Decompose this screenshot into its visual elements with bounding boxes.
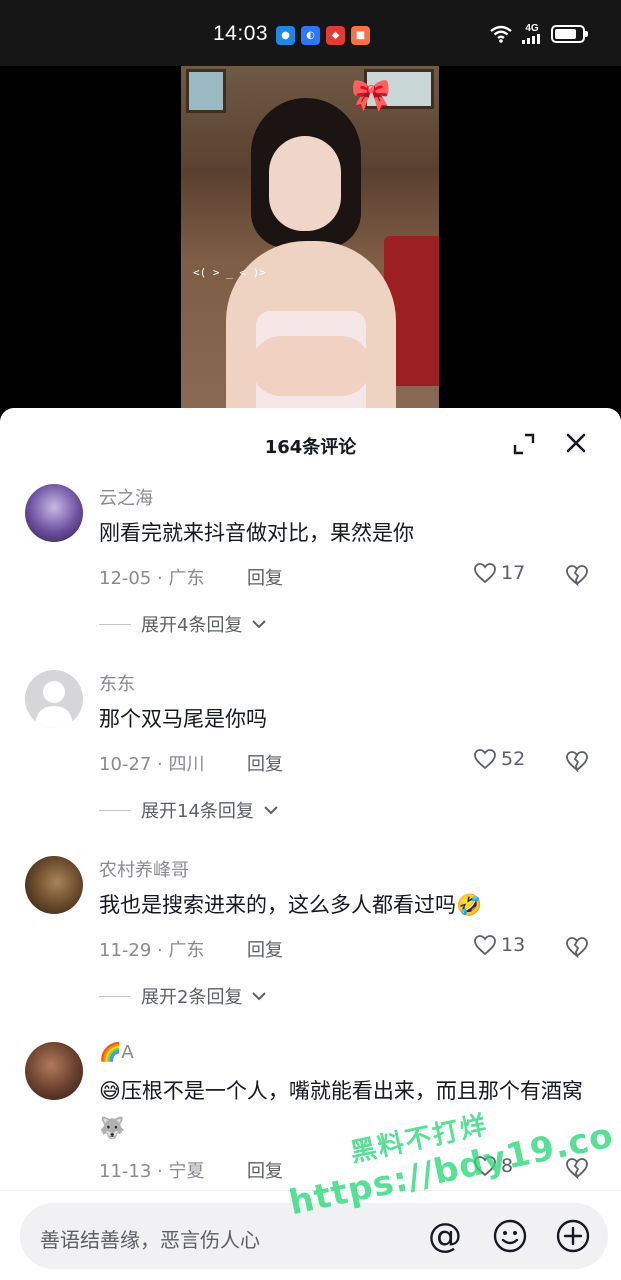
person-hands xyxy=(251,336,371,396)
cellular-indicator: 4G xyxy=(521,24,543,44)
comment-date-location: 12-05 · 广东 xyxy=(99,568,205,589)
divider-line xyxy=(99,623,131,625)
comment-item: 农村养峰哥 我也是搜索进来的，这么多人都看过吗🤣 11-29 · 广东 回复 1… xyxy=(0,856,621,1036)
add-icon[interactable] xyxy=(555,1218,591,1254)
battery-icon xyxy=(551,25,588,43)
comment-username[interactable]: 云之海 xyxy=(99,484,153,510)
like-button[interactable]: 13 xyxy=(473,934,525,956)
expand-icon[interactable] xyxy=(512,432,536,456)
signal-icon xyxy=(522,34,540,44)
comment-username[interactable]: 🌈A xyxy=(99,1042,134,1063)
comment-item: 东东 那个双马尾是你吗 10-27 · 四川 回复 52 展开14条回复 xyxy=(0,670,621,850)
status-app-icons: ● ◐ ◆ ■ xyxy=(276,26,370,45)
comment-username[interactable]: 东东 xyxy=(99,670,135,696)
expand-replies-label: 展开14条回复 xyxy=(141,801,254,822)
comment-username[interactable]: 农村养峰哥 xyxy=(99,856,189,882)
comment-date-location: 11-13 · 宁夏 xyxy=(99,1161,205,1182)
status-time: 14:03 xyxy=(213,22,269,45)
battery-level xyxy=(555,29,576,39)
heart-icon xyxy=(474,749,496,770)
expand-replies-button[interactable]: 展开4条回复 xyxy=(99,611,267,637)
wifi-icon xyxy=(490,25,512,43)
mention-button[interactable]: @ xyxy=(425,1217,465,1257)
reply-button[interactable]: 回复 xyxy=(247,564,283,590)
comment-date-location: 11-29 · 广东 xyxy=(99,940,205,961)
like-button[interactable]: 52 xyxy=(473,748,525,770)
expand-replies-button[interactable]: 展开2条回复 xyxy=(99,983,267,1009)
message-app-icon: ■ xyxy=(351,26,370,45)
video-player[interactable]: 🎀 <( > _ < )> xyxy=(0,66,621,416)
chevron-down-icon xyxy=(264,806,278,815)
broken-heart-icon[interactable] xyxy=(565,1156,589,1180)
status-bar: 14:03 ● ◐ ◆ ■ 4G xyxy=(0,0,621,66)
comment-input-bar: 善语结善缘，恶言伤人心 @ xyxy=(0,1190,621,1280)
comment-text: 我也是搜索进来的，这么多人都看过吗🤣 xyxy=(99,893,483,917)
heart-icon xyxy=(474,563,496,584)
broken-heart-icon[interactable] xyxy=(565,563,589,587)
comment-input[interactable]: 善语结善缘，恶言伤人心 @ xyxy=(20,1203,608,1269)
avatar[interactable] xyxy=(25,484,83,542)
emoji-icon[interactable] xyxy=(492,1218,528,1254)
comment-text: 那个双马尾是你吗 xyxy=(99,707,267,731)
comment-sheet: 164条评论 云之海 刚看完就来抖音做对比，果然是你 12-05 · 广东 回复… xyxy=(0,408,621,1280)
video-overlay-mark: <( > _ < )> xyxy=(193,266,266,279)
divider-line xyxy=(99,809,131,811)
person-face xyxy=(269,136,341,231)
like-count: 8 xyxy=(501,1155,514,1177)
comment-item: 🌈A 😅压根不是一个人，嘴就能看出来，而且那个有酒窝🐺 11-13 · 宁夏 回… xyxy=(0,1042,621,1202)
network-label: 4G xyxy=(525,23,539,34)
bg-window xyxy=(186,69,226,113)
comment-sheet-header: 164条评论 xyxy=(0,408,621,480)
like-count: 52 xyxy=(501,748,526,770)
comment-text: 😅压根不是一个人，嘴就能看出来，而且那个有酒窝🐺 xyxy=(99,1079,583,1140)
browser-app-icon: ◐ xyxy=(301,26,320,45)
comment-text: 刚看完就来抖音做对比，果然是你 xyxy=(99,521,414,545)
broken-heart-icon[interactable] xyxy=(565,935,589,959)
default-avatar-icon xyxy=(35,681,73,728)
expand-replies-label: 展开4条回复 xyxy=(141,615,243,636)
like-button[interactable]: 8 xyxy=(473,1155,513,1177)
divider-line xyxy=(99,995,131,997)
like-button[interactable]: 17 xyxy=(473,562,525,584)
heart-icon xyxy=(474,935,496,956)
like-count: 17 xyxy=(501,562,526,584)
avatar[interactable] xyxy=(25,670,83,728)
avatar[interactable] xyxy=(25,1042,83,1100)
comment-input-placeholder: 善语结善缘，恶言伤人心 xyxy=(40,1228,260,1252)
reply-button[interactable]: 回复 xyxy=(247,1157,283,1183)
chevron-down-icon xyxy=(252,992,267,1001)
chat-app-icon: ● xyxy=(276,26,295,45)
expand-replies-button[interactable]: 展开14条回复 xyxy=(99,797,278,823)
expand-replies-label: 展开2条回复 xyxy=(141,987,243,1008)
reply-button[interactable]: 回复 xyxy=(247,750,283,776)
avatar[interactable] xyxy=(25,856,83,914)
status-indicators: 4G xyxy=(489,24,588,44)
reply-button[interactable]: 回复 xyxy=(247,936,283,962)
like-count: 13 xyxy=(501,934,526,956)
shopping-app-icon: ◆ xyxy=(326,26,345,45)
chevron-down-icon xyxy=(252,620,267,629)
close-icon[interactable] xyxy=(563,430,589,456)
video-frame: 🎀 <( > _ < )> xyxy=(181,66,439,416)
comment-date-location: 10-27 · 四川 xyxy=(99,754,205,775)
broken-heart-icon[interactable] xyxy=(565,749,589,773)
heart-icon xyxy=(474,1156,496,1177)
comment-item: 云之海 刚看完就来抖音做对比，果然是你 12-05 · 广东 回复 17 展开4… xyxy=(0,484,621,664)
bow-sticker-icon: 🎀 xyxy=(351,76,391,114)
